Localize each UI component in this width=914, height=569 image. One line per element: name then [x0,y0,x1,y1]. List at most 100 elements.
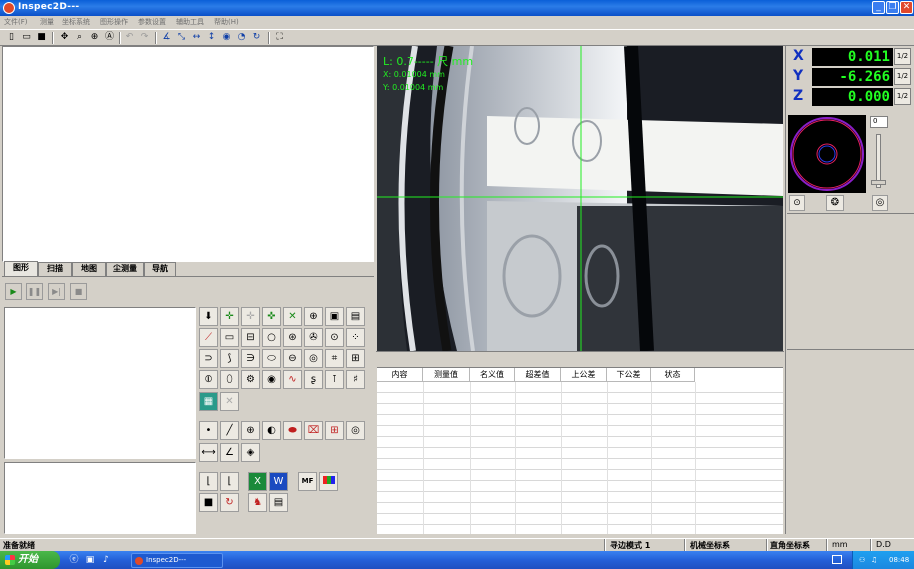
probe-icon[interactable]: ⬇ [199,307,218,326]
tab-scan[interactable]: 扫描 [38,262,72,276]
menu-coordinate[interactable]: 坐标系统 [62,17,90,27]
result-list[interactable] [4,462,196,534]
magnify-icon[interactable]: ⊕ [304,307,323,326]
measurement-table[interactable]: 内容 测量值 名义值 超差值 上公差 下公差 状态 [377,367,783,534]
cross-red-icon[interactable]: ⊞ [325,421,344,440]
point-cross-icon[interactable]: ✛ [220,307,239,326]
taskbar-item-inspec[interactable]: Inspec2D--- [131,553,223,568]
light-off-button[interactable]: ⊙ [789,195,805,211]
menu-graphics[interactable]: 图形操作 [100,17,128,27]
image-1-icon[interactable]: ▣ [325,307,344,326]
close-button[interactable]: ✕ [900,1,913,14]
distance-icon[interactable]: ⤡ [175,31,188,44]
tab-map[interactable]: 地图 [72,262,106,276]
height-gauge-icon[interactable]: ⊺ [325,370,344,389]
angle-tool-icon[interactable]: ∠ [220,443,239,462]
image-2-icon[interactable]: ▤ [346,307,365,326]
z-half-button[interactable]: 1/2 [894,88,911,105]
zoom-window-icon[interactable]: ⌕ [73,31,86,44]
tab-navigate[interactable]: 导航 [144,262,176,276]
delete-icon[interactable]: ✕ [220,392,239,411]
menu-tools[interactable]: 辅助工具 [176,17,204,27]
save-data-icon[interactable]: ■ [199,493,218,512]
word-icon[interactable]: W [269,472,288,491]
refresh-icon[interactable]: ↻ [220,493,239,512]
redo-icon[interactable]: ↷ [138,31,151,44]
col-nominal[interactable]: 名义值 [470,368,515,382]
col-status[interactable]: 状态 [651,368,695,382]
restore-button[interactable]: ❐ [886,1,899,14]
grid-box-icon[interactable]: ⊞ [346,349,365,368]
horizontal-distance-icon[interactable]: ↔ [190,31,203,44]
menu-measure[interactable]: 测量 [40,17,54,27]
dot-icon[interactable]: • [199,421,218,440]
camera-view[interactable]: L: 0.7----- 尺 mm X: 0.01004 mm Y: 0.0100… [377,46,783,351]
ie-icon[interactable]: ⓔ [68,554,80,566]
media-icon[interactable]: ♪ [100,554,112,566]
excel-icon[interactable]: X [248,472,267,491]
ellipse-line-icon[interactable]: ⊖ [283,349,302,368]
start-button[interactable]: 开始 [0,551,60,569]
col-lower-tol[interactable]: 下公差 [607,368,651,382]
bracket-circle-icon[interactable]: ⦶ [199,370,218,389]
light-on-button[interactable]: ◎ [872,195,888,211]
vertical-distance-icon[interactable]: ↕ [205,31,218,44]
tab-measure[interactable]: 尘测量 [106,262,144,276]
zoom-a-icon[interactable]: Ⓐ [103,31,116,44]
circle-tool-icon[interactable]: ◉ [220,31,233,44]
minimize-button[interactable]: _ [872,1,885,14]
angle-icon[interactable]: ∡ [160,31,173,44]
multi-circle-icon[interactable]: ⁘ [346,328,365,347]
pan-icon[interactable]: ✥ [58,31,71,44]
arc-tool-icon[interactable]: ◔ [235,31,248,44]
col-content[interactable]: 内容 [377,368,423,382]
hash-grid-icon[interactable]: ♯ [346,370,365,389]
color-bars-icon[interactable] [319,472,338,491]
arc-point-icon[interactable]: ◐ [262,421,281,440]
save-file-icon[interactable]: ■ [35,31,48,44]
scale-icon[interactable]: ⌊ [220,472,239,491]
cross-x-icon[interactable]: ✕ [283,307,302,326]
report-icon[interactable]: ▤ [269,493,288,512]
mf-icon[interactable]: MF [298,472,317,491]
col-measured[interactable]: 测量值 [423,368,470,382]
oval-stripe-icon[interactable]: ⬯ [220,370,239,389]
rotate-icon[interactable]: ↻ [250,31,263,44]
desktop-icon[interactable]: ▣ [84,554,96,566]
step-button[interactable]: ▶| [48,283,65,300]
gear-icon[interactable]: ⚙ [241,370,260,389]
tab-graphics[interactable]: 图形 [4,261,38,276]
ring-icon[interactable]: ◎ [304,349,323,368]
slash-line-icon[interactable]: ╱ [220,421,239,440]
slot-red-icon[interactable]: ⬬ [283,421,302,440]
arc-mid-icon[interactable]: ⟆ [220,349,239,368]
rect-tool-icon[interactable]: ▭ [220,328,239,347]
y-half-button[interactable]: 1/2 [894,68,911,85]
slot-tool-icon[interactable]: ⊟ [241,328,260,347]
circle-center-icon[interactable]: ⊕ [241,421,260,440]
zoom-all-icon[interactable]: ⊕ [88,31,101,44]
element-list[interactable] [4,307,196,459]
circle-icon[interactable]: ○ [262,328,281,347]
width-icon[interactable]: ⟷ [199,443,218,462]
menu-file[interactable]: 文件(F) [4,17,28,27]
graphics-view[interactable] [2,46,374,262]
person-icon[interactable]: ♞ [248,493,267,512]
point-dim-icon[interactable]: ✛ [241,307,260,326]
rect-red-icon[interactable]: ⌧ [304,421,323,440]
curve-icon[interactable]: ∿ [283,370,302,389]
light-ring-display[interactable] [788,115,866,193]
keyboard-icon[interactable] [832,555,842,564]
ring-dark-icon[interactable]: ◎ [346,421,365,440]
menu-settings[interactable]: 参数设置 [138,17,166,27]
ellipse-icon[interactable]: ⬭ [262,349,281,368]
volume-icon[interactable]: ♫ [871,551,877,569]
line-tool-icon[interactable]: ⟋ [199,328,218,347]
network-icon[interactable]: ⚇ [859,551,865,569]
open-file-icon[interactable]: ▭ [20,31,33,44]
pause-button[interactable]: ❚❚ [26,283,43,300]
arc-right-icon[interactable]: ∋ [241,349,260,368]
target-icon[interactable]: ⊛ [283,328,302,347]
undo-icon[interactable]: ↶ [123,31,136,44]
light-segment-button[interactable]: ❂ [826,195,844,211]
